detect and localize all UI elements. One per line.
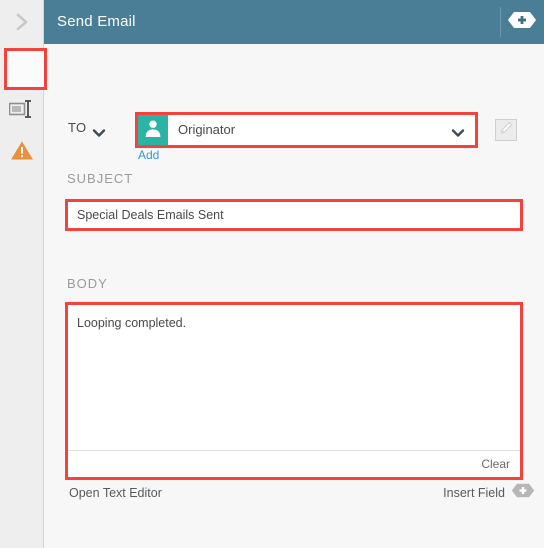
input-field-icon [8, 99, 35, 124]
plus-hexagon-icon [511, 483, 535, 503]
clear-body-link[interactable]: Clear [481, 451, 510, 477]
panel-header: Send Email [44, 0, 544, 44]
body-label: BODY [67, 276, 108, 291]
to-select-chevron[interactable] [451, 125, 465, 137]
sidebar-item-warning[interactable] [0, 132, 43, 174]
header-add-button[interactable] [507, 11, 537, 34]
to-dropdown-toggle[interactable] [92, 125, 106, 137]
open-text-editor-link[interactable]: Open Text Editor [69, 486, 162, 500]
subject-input[interactable]: Special Deals Emails Sent [65, 199, 523, 231]
send-email-panel: Send Email TO Originator Add SUBJECT Spe… [0, 0, 544, 548]
body-toolbar: Clear [68, 450, 520, 477]
person-icon [143, 118, 163, 143]
to-recipient-value: Originator [178, 122, 236, 137]
chevron-right-icon [14, 11, 30, 33]
pencil-icon [499, 121, 513, 140]
plus-hexagon-icon [507, 11, 537, 34]
chevron-down-icon [92, 125, 106, 142]
insert-field-button[interactable] [510, 483, 536, 503]
add-recipient-link[interactable]: Add [138, 148, 159, 162]
subject-value: Special Deals Emails Sent [77, 208, 224, 222]
sidebar-item-mail[interactable] [0, 48, 43, 90]
body-textarea[interactable]: Looping completed. Clear [65, 302, 523, 480]
insert-field-link[interactable]: Insert Field [443, 486, 505, 500]
envelope-icon [8, 57, 35, 81]
subject-label: SUBJECT [67, 171, 134, 186]
body-value: Looping completed. [77, 316, 187, 330]
expand-panel-button[interactable] [0, 0, 43, 44]
form-content: TO Originator Add SUBJECT Special Deals … [44, 44, 544, 548]
header-divider [500, 7, 501, 37]
left-rail [0, 0, 47, 548]
warning-triangle-icon [10, 140, 34, 166]
page-title: Send Email [57, 13, 136, 30]
to-recipient-select[interactable]: Originator [135, 112, 478, 148]
chevron-down-icon [451, 125, 465, 142]
avatar [138, 115, 168, 145]
to-label: TO [68, 120, 87, 135]
edit-recipient-button[interactable] [495, 119, 517, 141]
sidebar-item-field[interactable] [0, 90, 43, 132]
